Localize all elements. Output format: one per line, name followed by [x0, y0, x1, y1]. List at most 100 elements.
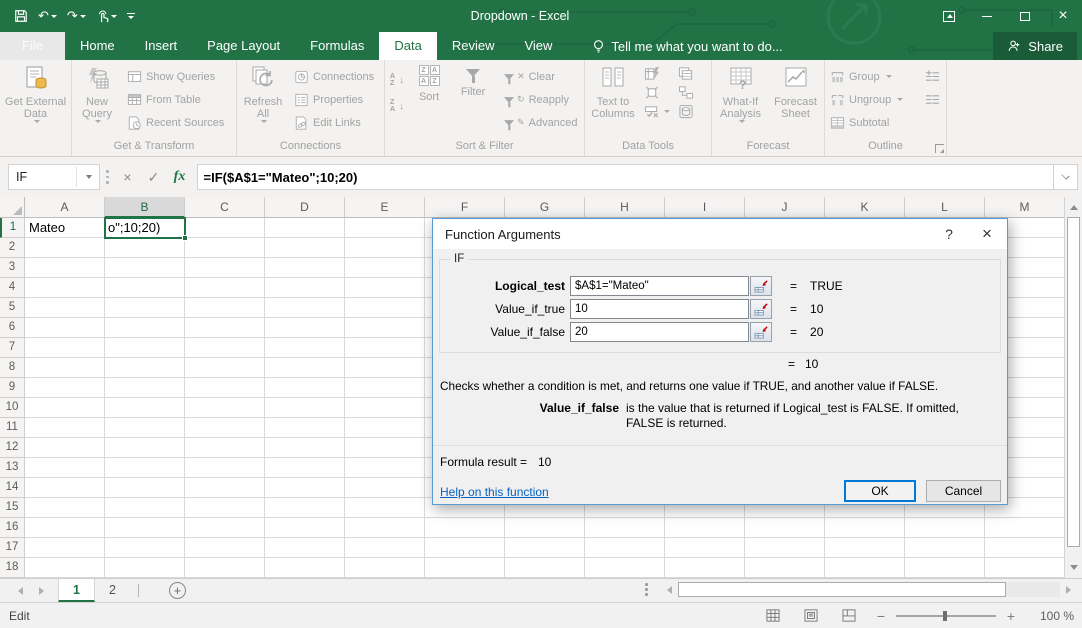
outline-dialog-launcher[interactable] [935, 144, 944, 153]
scroll-right-button[interactable] [1060, 581, 1076, 598]
tab-file[interactable]: File [0, 32, 65, 60]
row-header-16[interactable]: 16 [0, 518, 25, 538]
reapply-filter-button[interactable]: ↻ Reapply [500, 88, 579, 111]
row-header-10[interactable]: 10 [0, 398, 25, 418]
forecast-sheet-button[interactable]: Forecast Sheet [770, 62, 821, 120]
dialog-title-bar[interactable]: Function Arguments ? × [433, 219, 1007, 249]
row-header-15[interactable]: 15 [0, 498, 25, 518]
cancel-button[interactable]: Cancel [926, 480, 1001, 502]
tab-review[interactable]: Review [437, 32, 510, 60]
column-header-I[interactable]: I [665, 197, 745, 218]
column-header-L[interactable]: L [905, 197, 985, 218]
formula-bar-expand-button[interactable] [1054, 164, 1078, 190]
row-header-6[interactable]: 6 [0, 318, 25, 338]
zoom-out-button[interactable]: − [868, 608, 894, 624]
zoom-percentage[interactable]: 100 % [1024, 609, 1074, 623]
relationships-button[interactable] [678, 85, 694, 100]
manage-data-model-button[interactable] [678, 104, 694, 119]
column-header-A[interactable]: A [25, 197, 105, 218]
sort-za-button[interactable]: ZA↓ [388, 93, 406, 119]
enter-entry-button[interactable]: ✓ [141, 164, 167, 190]
page-layout-view-button[interactable] [792, 609, 830, 622]
column-header-G[interactable]: G [505, 197, 585, 218]
tab-data[interactable]: Data [379, 32, 436, 60]
column-header-J[interactable]: J [745, 197, 825, 218]
value-if-false-input[interactable]: 20 [570, 322, 749, 342]
row-header-17[interactable]: 17 [0, 538, 25, 558]
active-cell-b1[interactable]: o";10;20) [104, 217, 186, 239]
scroll-left-button[interactable] [662, 581, 678, 598]
tab-page-layout[interactable]: Page Layout [192, 32, 295, 60]
tab-formulas[interactable]: Formulas [295, 32, 379, 60]
next-sheet-button[interactable] [39, 587, 44, 595]
zoom-in-button[interactable]: + [998, 608, 1024, 624]
horizontal-scroll-track[interactable] [1006, 582, 1061, 597]
normal-view-button[interactable] [754, 609, 792, 622]
new-query-button[interactable]: New Query [75, 62, 119, 123]
sheet-tab-1[interactable]: 1 [58, 579, 95, 602]
from-table-button[interactable]: From Table [125, 88, 226, 111]
column-header-D[interactable]: D [265, 197, 345, 218]
consolidate-button[interactable] [644, 85, 670, 100]
redo-button[interactable]: ↷ [67, 8, 86, 24]
filter-button[interactable]: Filter [452, 62, 494, 98]
horizontal-scrollbar[interactable] [645, 581, 1076, 598]
ungroup-button[interactable]: Ungroup [828, 88, 921, 111]
insert-function-button[interactable]: fx [167, 164, 193, 190]
formula-input[interactable]: =IF($A$1="Mateo";10;20) [197, 164, 1055, 190]
tab-split-handle[interactable] [645, 582, 648, 597]
value-if-true-collapse-button[interactable] [750, 299, 772, 319]
column-header-H[interactable]: H [585, 197, 665, 218]
show-queries-button[interactable]: Show Queries [125, 65, 226, 88]
save-button[interactable] [14, 9, 28, 23]
subtotal-button[interactable]: Subtotal [828, 111, 921, 134]
zoom-slider-thumb[interactable] [943, 611, 947, 621]
refresh-all-button[interactable]: Refresh All [240, 62, 286, 123]
row-header-7[interactable]: 7 [0, 338, 25, 358]
remove-duplicates-button[interactable] [678, 66, 694, 81]
tab-home[interactable]: Home [65, 32, 130, 60]
recent-sources-button[interactable]: Recent Sources [125, 111, 226, 134]
touch-mode-button[interactable] [96, 9, 117, 24]
value-if-false-collapse-button[interactable] [750, 322, 772, 342]
column-header-F[interactable]: F [425, 197, 505, 218]
vertical-scrollbar[interactable] [1064, 197, 1082, 578]
scroll-up-button[interactable] [1065, 199, 1082, 216]
customize-qat-button[interactable] [127, 13, 135, 19]
scroll-down-button[interactable] [1065, 559, 1082, 576]
sheet-tab-2[interactable]: 2 [95, 579, 130, 602]
select-all-corner[interactable] [0, 197, 25, 218]
column-header-B[interactable]: B [105, 197, 185, 218]
column-header-E[interactable]: E [345, 197, 425, 218]
column-header-M[interactable]: M [985, 197, 1064, 218]
properties-button[interactable]: Properties [292, 88, 376, 111]
column-header-C[interactable]: C [185, 197, 265, 218]
show-detail-button[interactable] [923, 65, 942, 88]
cancel-entry-button[interactable]: × [115, 164, 141, 190]
ribbon-display-options-button[interactable] [930, 0, 968, 32]
text-to-columns-button[interactable]: Text to Columns [588, 62, 638, 120]
row-header-2[interactable]: 2 [0, 238, 25, 258]
what-if-analysis-button[interactable]: ? What-If Analysis [715, 62, 766, 123]
group-button[interactable]: Group [828, 65, 921, 88]
row-header-3[interactable]: 3 [0, 258, 25, 278]
formula-bar-drag-handle[interactable] [106, 169, 109, 185]
sort-az-button[interactable]: AZ↓ [388, 67, 406, 93]
connections-button[interactable]: Connections [292, 65, 376, 88]
new-sheet-button[interactable]: + [169, 582, 186, 599]
share-button[interactable]: Share [993, 32, 1077, 60]
logical-test-input[interactable]: $A$1="Mateo" [570, 276, 749, 296]
tell-me-box[interactable]: Tell me what you want to do... [593, 32, 782, 60]
row-header-9[interactable]: 9 [0, 378, 25, 398]
flash-fill-button[interactable] [644, 66, 670, 81]
row-header-11[interactable]: 11 [0, 418, 25, 438]
row-header-12[interactable]: 12 [0, 438, 25, 458]
dialog-help-button[interactable]: ? [933, 219, 965, 249]
minimize-button[interactable] [968, 0, 1006, 32]
undo-button[interactable]: ↶ [38, 8, 57, 24]
row-header-13[interactable]: 13 [0, 458, 25, 478]
row-header-4[interactable]: 4 [0, 278, 25, 298]
column-header-K[interactable]: K [825, 197, 905, 218]
vertical-scroll-thumb[interactable] [1067, 217, 1080, 547]
value-if-true-input[interactable]: 10 [570, 299, 749, 319]
